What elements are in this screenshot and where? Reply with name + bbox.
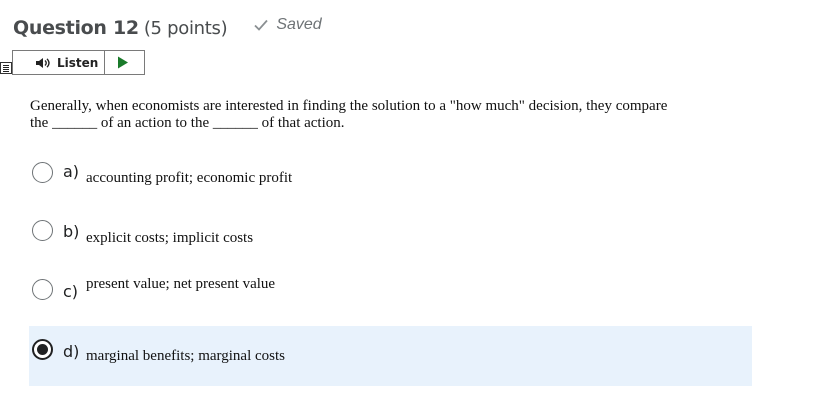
blank-1: ______ [52, 115, 98, 131]
listen-label: Listen [57, 55, 99, 70]
play-button[interactable] [105, 51, 141, 74]
option-text: accounting profit; economic profit [86, 170, 293, 186]
prompt-text: the [30, 115, 53, 131]
answer-option-a[interactable]: a) accounting profit; economic profit [0, 150, 831, 210]
option-letter: b) [63, 222, 80, 241]
radio-b[interactable] [32, 220, 53, 241]
answer-option-c[interactable]: c) present value; net present value [0, 268, 831, 328]
question-prompt: Generally, when economists are intereste… [30, 98, 770, 132]
listen-button[interactable]: Listen [13, 51, 106, 74]
prompt-text: of that action. [257, 115, 345, 131]
option-letter: a) [63, 162, 80, 181]
radio-d[interactable] [32, 339, 53, 360]
prompt-line-2: the ______ of an action to the ______ of… [30, 115, 770, 132]
speaker-icon [36, 57, 50, 68]
radio-c[interactable] [32, 279, 53, 300]
play-icon [118, 56, 129, 69]
answer-option-d[interactable]: d) marginal benefits; marginal costs [0, 326, 831, 386]
prompt-line-1: Generally, when economists are intereste… [30, 98, 668, 114]
option-text: present value; net present value [86, 276, 276, 292]
question-points: (5 points) [143, 18, 228, 39]
option-letter: c) [63, 282, 79, 301]
menu-icon[interactable] [0, 62, 12, 74]
radio-a[interactable] [32, 162, 53, 183]
prompt-text: of an action to the [97, 115, 213, 131]
question-title: Question 12 [13, 17, 139, 39]
blank-2: ______ [212, 115, 258, 131]
option-text: marginal benefits; marginal costs [86, 348, 285, 364]
check-icon [254, 19, 269, 31]
question-header: Question 12 (5 points) Saved [13, 16, 322, 39]
option-text: explicit costs; implicit costs [86, 230, 254, 246]
saved-label: Saved [276, 16, 322, 33]
listen-toolbar: Listen [12, 50, 145, 75]
answer-option-b[interactable]: b) explicit costs; implicit costs [0, 210, 831, 270]
saved-status: Saved [252, 16, 322, 34]
option-letter: d) [63, 342, 80, 361]
